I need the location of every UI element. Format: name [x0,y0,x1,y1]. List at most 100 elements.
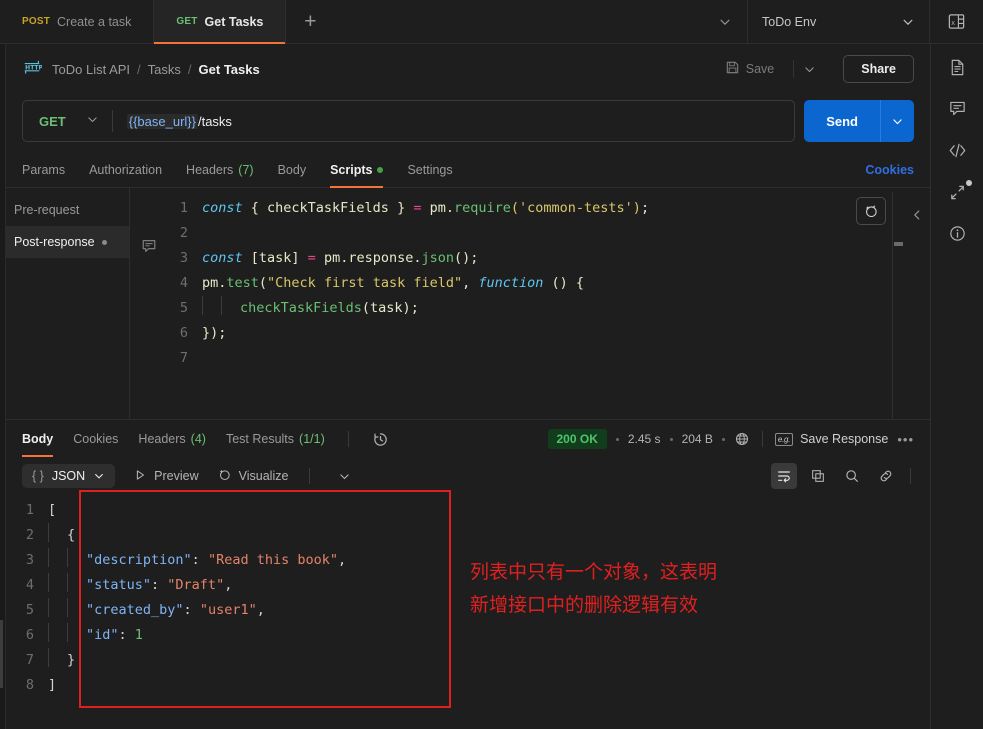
clock-history-icon[interactable] [372,431,389,448]
code-test-name-string: "Check first task field" [267,275,463,291]
code-end-5: ; [410,300,419,316]
tab-get-tasks[interactable]: GET Get Tasks [154,0,287,44]
json-line-1: 1[ [0,498,930,523]
json-comma-3: , [256,602,265,618]
share-button[interactable]: Share [843,55,914,83]
json-close-brace: } [67,652,76,668]
url-bar: GET {{base_url}}/tasks [22,100,796,142]
json-line-number-1: 1 [25,502,34,518]
ai-sparkle-icon-button[interactable] [856,197,886,225]
document-icon[interactable] [948,58,967,77]
script-code-editor[interactable]: 1 const { checkTaskFields } = pm. require(… [168,188,930,419]
send-options-chevron-down-icon[interactable] [880,100,914,142]
json-line-number-6: 6 [25,627,34,643]
environment-selector[interactable]: ToDo Env [748,0,930,43]
tab-body[interactable]: Body [278,152,307,188]
editor-scrollbar[interactable] [892,192,904,419]
chevron-down-icon-method [86,113,99,129]
code-line-7: 7 [168,346,930,371]
open-request-tabs: POST Create a task GET Get Tasks + [0,0,702,44]
line-number-6: 6 [179,325,188,341]
response-more-options-button[interactable]: ••• [897,432,914,447]
json-key-status: "status" [86,577,152,593]
resize-expand-icon[interactable] [948,180,972,202]
comment-bubble-icon[interactable] [141,238,157,419]
breadcrumb-item-collection[interactable]: ToDo List API [52,62,130,77]
visualize-button[interactable]: Visualize [217,467,288,485]
json-open-brace: { [67,527,76,543]
json-line-number-2: 2 [25,527,34,543]
globe-icon[interactable] [734,431,750,447]
tab-headers[interactable]: Headers (7) [186,152,254,188]
json-key-id: "id" [86,627,119,643]
cookies-link[interactable]: Cookies [865,163,914,177]
code-end-3: ; [470,250,479,266]
json-open-bracket: [ [48,502,57,518]
breadcrumb: ToDo List API / Tasks / Get Tasks [52,62,706,77]
code-function-require: require [453,200,511,216]
save-response-button[interactable]: e.g. Save Response [774,432,888,446]
response-tab-body[interactable]: Body [22,421,54,457]
json-indent-guide-9 [67,623,68,642]
comment-icon[interactable] [948,99,967,118]
tab-params[interactable]: Params [22,152,65,188]
tab-settings[interactable]: Settings [407,152,452,188]
json-line-number-7: 7 [25,652,34,668]
chevron-down-icon-body-options[interactable] [331,463,357,489]
response-format-selector[interactable]: { } JSON [22,464,116,488]
environment-quick-look-icon[interactable]: x [930,0,983,43]
method-selector[interactable]: GET [23,113,112,129]
link-icon[interactable] [873,463,899,489]
json-value-description: "Read this book" [207,552,338,568]
sidebar-item-post-response[interactable]: Post-response [0,226,129,258]
json-indent-guide-4 [48,573,49,592]
send-button[interactable]: Send [804,100,880,142]
code-line-6: 6}); [168,321,930,346]
info-icon[interactable] [948,224,967,243]
request-section-tabs: Params Authorization Headers (7) Body Scr… [0,152,930,188]
url-input[interactable]: {{base_url}}/tasks [113,113,794,129]
workspace-body: HTTP ToDo List API / Tasks / Get Tasks S… [0,44,983,729]
copy-icon[interactable] [805,463,831,489]
response-body-json-viewer[interactable]: 1[ 2{ 3 "description": "Read this book", … [0,494,930,729]
response-tab-headers[interactable]: Headers (4) [138,421,206,457]
tab-headers-label: Headers [186,162,234,177]
code-arg-5: (task) [361,300,411,316]
tab-method-post: POST [22,16,51,27]
indent-guide-1 [202,296,203,315]
word-wrap-icon[interactable] [771,463,797,489]
sidebar-item-pre-request[interactable]: Pre-request [0,194,129,226]
code-object-3: pm.response. [315,250,422,266]
response-tab-test-results[interactable]: Test Results (1/1) [226,421,325,457]
sidebar-item-post-response-label: Post-response [14,235,95,249]
chevron-left-icon-collapse[interactable] [904,202,930,228]
response-tab-cookies[interactable]: Cookies [73,421,118,457]
preview-button[interactable]: Preview [133,468,199,485]
tab-create-a-task[interactable]: POST Create a task [0,0,155,43]
code-keyword-function: function [478,275,544,291]
chevron-down-icon-tabs[interactable] [702,0,748,43]
environment-name: ToDo Env [762,14,817,29]
eg-example-icon: e.g. [774,432,794,446]
json-value-status: "Draft" [167,577,225,593]
search-icon[interactable] [839,463,865,489]
code-comma-4: , [462,275,479,291]
json-indent-guide-2 [48,548,49,567]
save-options-chevron-down-icon[interactable] [793,60,825,78]
save-button[interactable]: Save [716,55,784,83]
new-tab-button[interactable]: + [286,0,334,43]
tab-authorization-label: Authorization [89,162,163,177]
indent-guide-2 [221,296,222,315]
json-indent-guide-7 [67,598,68,617]
json-line-3: 3 "description": "Read this book", [0,548,930,573]
code-operator-1: = [413,200,422,216]
code-function-test: test [226,275,259,291]
code-icon[interactable] [947,140,968,161]
post-response-modified-dot [101,239,107,245]
tab-scripts[interactable]: Scripts [330,152,384,188]
breadcrumb-item-folder[interactable]: Tasks [148,62,181,77]
meta-dot-3 [721,437,725,441]
tab-authorization[interactable]: Authorization [89,152,162,188]
left-collapsed-sidebar[interactable] [0,44,6,729]
play-triangle-icon [133,468,147,485]
